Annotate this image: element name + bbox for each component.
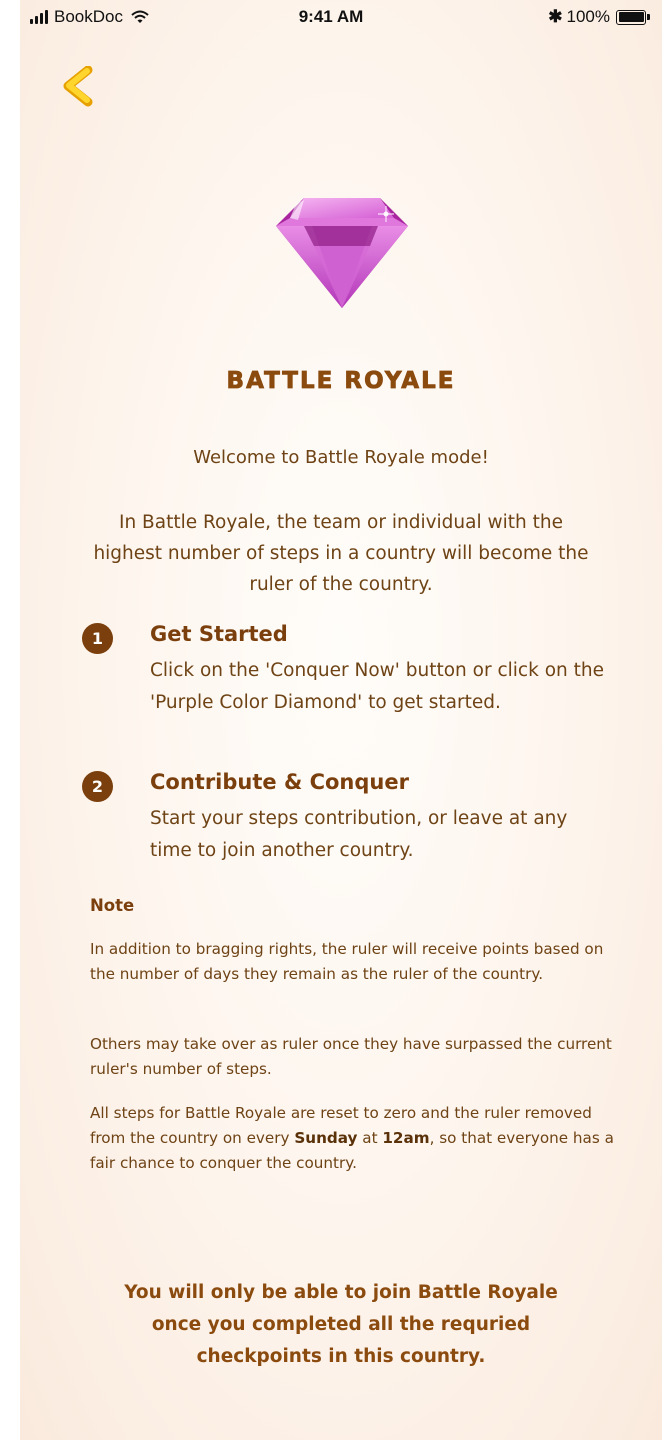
battery-percent: 100% — [566, 7, 610, 26]
requirement-message: You will only be able to join Battle Roy… — [124, 1282, 558, 1367]
status-bar: BookDoc 9:41 AM ✱ 100% — [0, 0, 662, 36]
reset-day: Sunday — [294, 1129, 358, 1147]
page-title: BATTLE ROYALE — [226, 368, 456, 395]
purple-diamond-icon[interactable] — [274, 192, 410, 310]
back-arrow-icon[interactable] — [62, 66, 102, 108]
status-right: ✱ 100% — [548, 7, 650, 27]
bluetooth-icon: ✱ — [548, 7, 563, 26]
step-title: Get Started — [150, 622, 288, 646]
note-heading: Note — [90, 896, 135, 915]
note-paragraph: Others may take over as ruler once they … — [90, 1035, 612, 1078]
note-paragraph-reset: All steps for Battle Royale are reset to… — [90, 1101, 618, 1176]
welcome-text: Welcome to Battle Royale mode! — [193, 447, 489, 468]
step-title: Contribute & Conquer — [150, 770, 409, 794]
note-text: at — [357, 1129, 383, 1147]
reset-time: 12am — [382, 1129, 430, 1147]
step-description: Start your steps contribution, or leave … — [150, 808, 568, 861]
battery-icon — [616, 9, 650, 25]
intro-text: In Battle Royale, the team or individual… — [93, 512, 589, 595]
step-description: Click on the 'Conquer Now' button or cli… — [150, 660, 604, 713]
step-number-badge: 1 — [82, 623, 113, 654]
note-paragraph: In addition to bragging rights, the rule… — [90, 940, 604, 983]
step-number-badge: 2 — [82, 771, 113, 802]
